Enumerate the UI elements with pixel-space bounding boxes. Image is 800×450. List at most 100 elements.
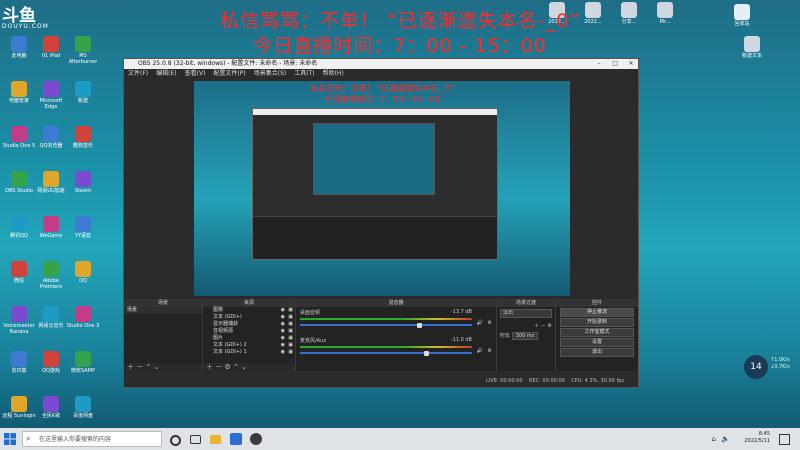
desktop-icon[interactable]: 全民K歌 [34,396,68,419]
clock-date[interactable]: 2022/5/11 [744,438,770,445]
desktop-icon[interactable]: QQ浏览器 [34,126,68,149]
notification-icon[interactable] [779,434,790,445]
network-icon[interactable]: ⌂ [712,435,716,443]
desktop-icon[interactable]: Studio One 3 [66,306,100,329]
source-item[interactable]: 文本 (GDI+) 1 ◉ ▣ [203,349,295,356]
lock-icon[interactable]: ▣ [288,349,293,356]
desktop-icon[interactable]: 腾讯QQ [2,216,36,239]
obs-taskbar-icon[interactable] [250,433,262,445]
close-icon[interactable]: ✕ [624,59,638,69]
desktop-icon[interactable]: QQ游戏 [34,351,68,374]
lock-icon[interactable]: ▣ [288,335,293,342]
minimize-icon[interactable]: – [592,59,606,69]
desktop-icon[interactable]: 网易UU加速 [34,171,68,194]
obs-titlebar[interactable]: OBS 25.0.8 (32-bit, windows) - 配置文件: 未命名… [124,59,638,69]
desktop-icon[interactable]: 网易云音乐 [34,306,68,329]
source-item[interactable]: 图片 ◉ ▣ [203,335,295,342]
volume-slider-knob[interactable] [423,350,429,356]
visibility-eye-icon[interactable]: ◉ [281,328,285,335]
move-down-icon[interactable]: ⌄ [154,363,160,371]
control-button[interactable]: 开始录制 [560,318,634,327]
desktop-icon[interactable]: YY语音 [66,216,100,239]
source-settings-icon[interactable]: ⚙ [224,363,230,371]
desktop-icon[interactable]: 新建 [66,81,100,104]
desktop-icon[interactable]: 酷狗音乐 [66,126,100,149]
lock-icon[interactable]: ▣ [288,342,293,349]
control-button[interactable]: 工作室模式 [560,328,634,337]
volume-slider-knob[interactable] [416,322,422,328]
visibility-eye-icon[interactable]: ◉ [281,307,285,314]
mute-speaker-icon[interactable]: 🔊 [477,348,483,354]
maximize-icon[interactable]: □ [608,59,622,69]
source-item[interactable]: 图像 ◉ ▣ [203,307,295,314]
visibility-eye-icon[interactable]: ◉ [281,349,285,356]
add-transition-icon[interactable]: ＋ [534,323,539,329]
track-settings-icon[interactable]: ⚙ [488,348,492,354]
obs-menu-item[interactable]: 帮助(H) [323,70,344,77]
source-item[interactable]: 音视频源 ◉ ▣ [203,328,295,335]
volume-slider[interactable] [300,350,472,356]
clock-time[interactable]: 8:45 [744,431,770,438]
remove-scene-icon[interactable]: － [136,363,143,371]
desktop-icon[interactable]: 电脑管家 [2,81,36,104]
desktop-icon[interactable]: Steam [66,171,100,194]
desktop-icon[interactable]: Adobe Premiere [34,261,68,290]
desktop-icon[interactable]: 微软SAMP [66,351,100,374]
desktop-icon[interactable]: 微信 [2,261,36,284]
desktop-icon[interactable]: 百度网盘 [66,396,100,419]
desktop-icon[interactable]: QQ [66,261,100,284]
add-scene-icon[interactable]: ＋ [127,363,134,371]
remove-transition-icon[interactable]: － [541,323,546,329]
desktop-icon[interactable]: Microsoft Edge [34,81,68,110]
volume-slider[interactable] [300,322,472,328]
move-up-icon[interactable]: ⌃ [233,363,239,371]
taskbar-search-input[interactable]: 在这里输入你要搜索的内容 [22,431,162,447]
obs-menu-item[interactable]: 查看(V) [185,70,206,77]
duration-field[interactable]: 300 ms [511,332,539,340]
cortana-icon[interactable] [170,435,181,446]
visibility-eye-icon[interactable]: ◉ [281,342,285,349]
visibility-eye-icon[interactable]: ◉ [281,314,285,321]
desktop-icon[interactable]: WeGame [34,216,68,239]
desktop-icon[interactable]: OBS Studio [2,171,36,194]
lock-icon[interactable]: ▣ [288,307,293,314]
obs-menu-item[interactable]: 场景集合(S) [254,70,287,77]
browser-icon[interactable] [230,433,242,445]
desktop-icon[interactable]: 远程 Sunlogin [2,396,36,419]
lock-icon[interactable]: ▣ [288,328,293,335]
desktop-icon[interactable]: Studio One 5 [2,126,36,149]
control-button[interactable]: 退出 [560,348,634,357]
performance-bubble[interactable]: 14 [744,355,768,379]
control-button[interactable]: 设置 [560,338,634,347]
transition-settings-icon[interactable]: ⚙ [548,323,552,329]
file-explorer-icon[interactable] [210,435,221,444]
desktop-icon[interactable]: 向日葵 [2,351,36,374]
track-settings-icon[interactable]: ⚙ [488,320,492,326]
visibility-eye-icon[interactable]: ◉ [281,321,285,328]
obs-menu-item[interactable]: 配置文件(P) [213,70,245,77]
volume-icon[interactable]: 🔈 [721,435,730,443]
task-view-icon[interactable] [190,435,201,444]
obs-preview[interactable]: 私信骂骂：不单！ “已逐渐遗失本名-_0” 今日直播时间：7：00 - 15：0… [194,81,570,296]
obs-menu-item[interactable]: 工具(T) [294,70,314,77]
add-source-icon[interactable]: ＋ [206,363,213,371]
remove-source-icon[interactable]: － [215,363,222,371]
scene-item[interactable]: 场景 [124,307,202,314]
obs-menu-item[interactable]: 编辑(E) [156,70,176,77]
move-down-icon[interactable]: ⌄ [241,363,247,371]
obs-window[interactable]: OBS 25.0.8 (32-bit, windows) - 配置文件: 未命名… [123,58,639,388]
lock-icon[interactable]: ▣ [288,314,293,321]
mute-speaker-icon[interactable]: 🔊 [477,320,483,326]
source-item[interactable]: 文本 (GDI+) ◉ ▣ [203,314,295,321]
control-button[interactable]: 停止推流 [560,308,634,317]
obs-menu-item[interactable]: 文件(F) [128,70,148,77]
desktop-icon[interactable]: Voicemeeter Banana [2,306,36,335]
lock-icon[interactable]: ▣ [288,321,293,328]
windows-start-icon[interactable] [4,433,16,445]
visibility-eye-icon[interactable]: ◉ [281,335,285,342]
transition-select[interactable]: 淡出 [500,309,552,318]
desktop-icon-label: 全民K歌 [41,413,61,419]
move-up-icon[interactable]: ⌃ [145,363,151,371]
source-item[interactable]: 显示器捕获 ◉ ▣ [203,321,295,328]
source-item[interactable]: 文本 (GDI+) 2 ◉ ▣ [203,342,295,349]
